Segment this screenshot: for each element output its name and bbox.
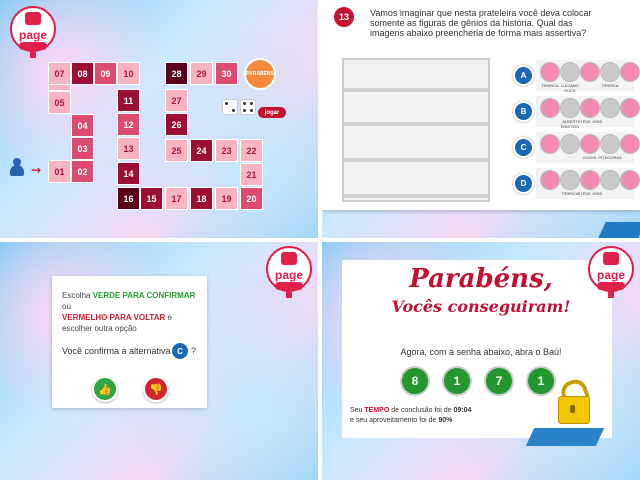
portrait-icon <box>600 170 620 190</box>
password-digit: 1 <box>442 366 472 396</box>
board-cell: 13 <box>117 137 140 160</box>
thumbs-up-button[interactable]: 👍 <box>92 376 118 402</box>
portrait-icon <box>560 98 580 118</box>
portrait-icon <box>620 170 640 190</box>
board-cell: 01 <box>48 160 71 183</box>
alternative-badge: C <box>171 342 189 360</box>
question-screen: 13 Vamos imaginar que nesta prateleira v… <box>322 0 640 238</box>
result-stats: Seu TEMPO de conclusão foi de 09:04 e se… <box>350 407 472 424</box>
portrait-label: LUCIANO HUCK <box>561 83 579 93</box>
page-logo: page <box>10 6 56 58</box>
question-panel: 13 Vamos imaginar que nesta prateleira v… <box>322 0 640 210</box>
option-row[interactable]: GOGOL PITÁGORAS <box>536 132 640 163</box>
board-game-screen: page 01020304050607080910111213141516171… <box>0 0 318 238</box>
board-cell: 05 <box>48 91 71 114</box>
confirm-screen: page Escolha VERDE PARA CONFIRMAR ou VER… <box>0 242 318 480</box>
arrow-right-icon: → <box>31 163 42 177</box>
option-row[interactable]: TIRIRICA LUCIANO HUCK TIRIRICA <box>536 60 640 93</box>
board-cell: 03 <box>71 137 94 160</box>
board-cell: 17 <box>165 187 188 210</box>
password-digit: 8 <box>400 366 430 396</box>
portrait-icon <box>600 134 620 154</box>
option-d-button[interactable]: D <box>513 173 534 194</box>
question-number: 13 <box>334 7 354 27</box>
board-cell: 11 <box>117 89 140 112</box>
congrats-subtitle: Vocês conseguiram! <box>391 297 571 316</box>
board-cell: 30 <box>215 62 238 85</box>
portrait-label: PITÁGORAS <box>598 155 622 160</box>
congrats-title: Parabéns, <box>409 264 553 294</box>
board-cell: 19 <box>215 187 238 210</box>
portrait-icon <box>540 134 560 154</box>
board-cell: 09 <box>94 62 117 85</box>
portrait-label: STEVE JOBS <box>577 191 603 196</box>
jogar-button[interactable]: jogar <box>258 107 286 118</box>
portrait-icon <box>580 62 600 82</box>
board-cell: 28 <box>165 62 188 85</box>
portrait-icon <box>580 134 600 154</box>
board-cell: 10 <box>117 62 140 85</box>
board-cell: 21 <box>240 163 263 186</box>
thumbs-down-button[interactable]: 👎 <box>143 376 169 402</box>
board-cell: 07 <box>48 62 71 85</box>
board-cell: 14 <box>117 162 140 185</box>
portrait-icon <box>600 98 620 118</box>
confirm-panel: Escolha VERDE PARA CONFIRMAR ou VERMELHO… <box>52 276 207 408</box>
shelf-image <box>342 58 490 202</box>
password-digit: 1 <box>526 366 556 396</box>
board-cell: 16 <box>117 187 140 210</box>
password-digit: 7 <box>484 366 514 396</box>
dice-icon[interactable] <box>222 99 238 115</box>
board-cell: 27 <box>165 89 188 112</box>
portrait-icon <box>540 170 560 190</box>
portrait-icon <box>540 98 560 118</box>
question-text: Vamos imaginar que nesta prateleira você… <box>370 8 592 38</box>
decor-ribbon <box>598 222 640 238</box>
option-b-button[interactable]: B <box>513 101 534 122</box>
board-cell: 08 <box>71 62 94 85</box>
portrait-icon <box>560 62 580 82</box>
portrait-label: STEVE JOBS <box>577 119 603 124</box>
page-logo: page <box>266 246 312 298</box>
portrait-icon <box>560 134 580 154</box>
board-cell: 26 <box>165 113 188 136</box>
portrait-icon <box>620 62 640 82</box>
board-cell: 24 <box>190 139 213 162</box>
option-a-button[interactable]: A <box>513 65 534 86</box>
board-cell: 25 <box>165 139 188 162</box>
board-cell: 23 <box>215 139 238 162</box>
portrait-icon <box>580 170 600 190</box>
portrait-icon <box>580 98 600 118</box>
board-cell: 15 <box>140 187 163 210</box>
board-cell: 04 <box>71 114 94 137</box>
option-c-button[interactable]: C <box>513 137 534 158</box>
confirm-question: Você confirma a alternativa <box>62 346 171 356</box>
dice-icon[interactable] <box>240 99 256 115</box>
portrait-icon <box>620 134 640 154</box>
board-cell: 22 <box>240 139 263 162</box>
unlock-padlock-icon <box>554 376 592 424</box>
board-cell: 18 <box>190 187 213 210</box>
password-instruction: Agora, com a senha abaixo, abra o Baú! <box>400 347 562 357</box>
portrait-icon <box>540 62 560 82</box>
option-row[interactable]: ALBERT EINSTEIN STEVE JOBS <box>536 96 640 129</box>
portrait-icon <box>560 170 580 190</box>
decor-ribbon <box>525 428 605 446</box>
confirm-instructions: Escolha VERDE PARA CONFIRMAR ou VERMELHO… <box>62 291 196 333</box>
board-cell: 12 <box>117 113 140 136</box>
board-cell: 29 <box>190 62 213 85</box>
finish-badge: PARABÉNS <box>244 58 276 90</box>
congrats-screen: page Parabéns, Vocês conseguiram! Agora,… <box>322 242 640 480</box>
option-row[interactable]: TIRIRICA STEVE JOBS <box>536 168 640 199</box>
portrait-label: TIRIRICA <box>601 83 619 88</box>
portrait-icon <box>620 98 640 118</box>
player-pawn-icon <box>10 158 24 176</box>
portrait-icon <box>600 62 620 82</box>
board-cell: 02 <box>71 160 94 183</box>
board-cell: 20 <box>240 187 263 210</box>
